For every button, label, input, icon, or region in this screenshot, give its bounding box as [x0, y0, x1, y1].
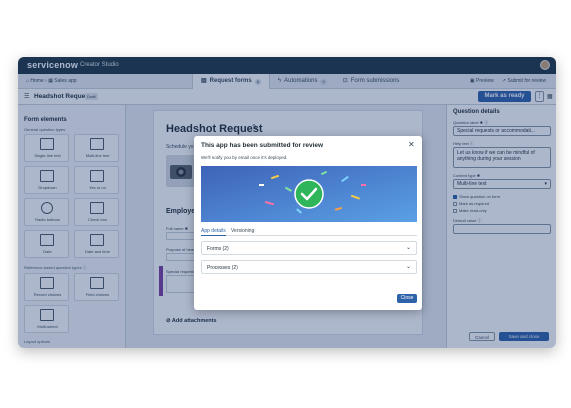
- tab-app-details[interactable]: App details: [201, 228, 226, 236]
- dialog-tabs: App details Versioning: [201, 227, 417, 236]
- dialog-title: This app has been submitted for review: [201, 142, 324, 149]
- dialog-subtitle: We'll notify you by email once it's depl…: [201, 155, 288, 160]
- chevron-down-icon: ⌄: [405, 264, 411, 270]
- app-window: servicenow Creator Studio ⌂ Home › ▦ Sal…: [18, 57, 556, 348]
- accordion-label: Processes (2): [207, 265, 238, 271]
- submitted-dialog: This app has been submitted for review ✕…: [194, 136, 422, 310]
- accordion-label: Forms (2): [207, 246, 229, 252]
- close-icon[interactable]: ✕: [408, 141, 415, 149]
- close-button[interactable]: Close: [397, 294, 417, 303]
- success-illustration: [201, 166, 417, 222]
- chevron-down-icon: ⌄: [405, 245, 411, 251]
- processes-accordion[interactable]: Processes (2) ⌄: [201, 260, 417, 274]
- forms-accordion[interactable]: Forms (2) ⌄: [201, 241, 417, 255]
- tab-versioning[interactable]: Versioning: [231, 228, 254, 234]
